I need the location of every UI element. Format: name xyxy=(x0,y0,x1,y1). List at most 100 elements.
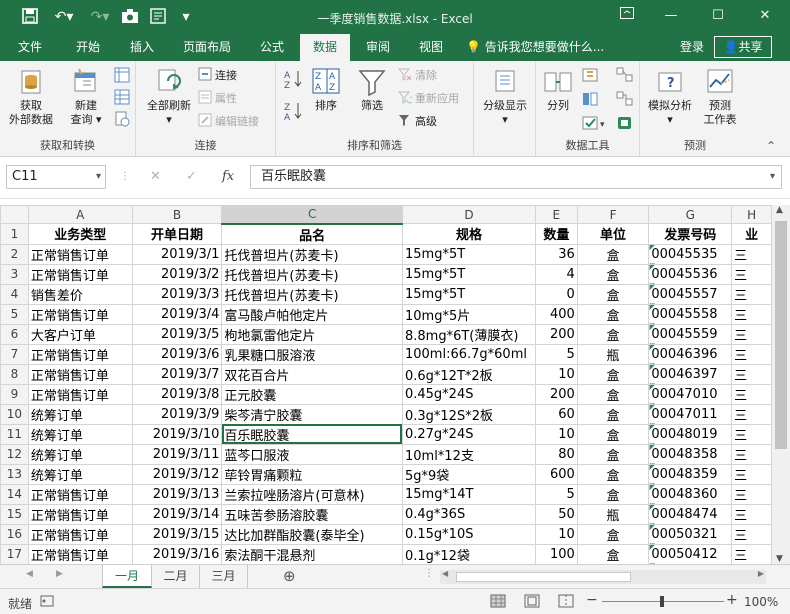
cell-type[interactable]: 正常销售订单 xyxy=(27,243,133,265)
cell-h[interactable]: 三 xyxy=(731,383,772,405)
cell-date[interactable]: 2019/3/13 xyxy=(131,483,223,505)
cell-product[interactable]: 托伐普坦片(苏麦卡) xyxy=(221,263,403,285)
cell-date[interactable]: 2019/3/2 xyxy=(131,263,223,285)
flash-fill-icon[interactable] xyxy=(582,67,600,83)
cell-qty[interactable]: 4 xyxy=(534,263,578,285)
scroll-right-icon[interactable]: ▶ xyxy=(758,569,764,578)
cell-product[interactable]: 枸地氯雷他定片 xyxy=(221,323,403,345)
cell-header-spec[interactable]: 规格 xyxy=(401,223,536,245)
cell-invoice[interactable]: 00045535 xyxy=(648,243,733,265)
cell-invoice[interactable]: 00048359 xyxy=(648,463,733,485)
row-header[interactable]: 13 xyxy=(0,463,29,485)
minimize-icon[interactable]: — xyxy=(656,6,686,26)
cell-type[interactable]: 正常销售订单 xyxy=(27,483,133,505)
cell-unit[interactable]: 盒 xyxy=(576,303,650,325)
cell-h[interactable]: 三 xyxy=(731,363,772,385)
cancel-icon[interactable]: ✕ xyxy=(150,165,161,189)
cell-header-unit[interactable]: 单位 xyxy=(576,223,650,245)
cell-header-qty[interactable]: 数量 xyxy=(534,223,578,245)
cell-date[interactable]: 2019/3/14 xyxy=(131,503,223,525)
horizontal-scrollbar[interactable]: ◀ ▶ xyxy=(440,569,766,584)
cell-qty[interactable]: 5 xyxy=(534,343,578,365)
cell-unit[interactable]: 盒 xyxy=(576,383,650,405)
cell-product[interactable]: 蓝芩口服液 xyxy=(221,443,403,465)
cell-date[interactable]: 2019/3/10 xyxy=(131,423,223,445)
cell-invoice[interactable]: 00047011 xyxy=(648,403,733,425)
select-all-corner[interactable] xyxy=(0,205,29,224)
cell-unit[interactable]: 瓶 xyxy=(576,343,650,365)
row-header[interactable]: 1 xyxy=(0,223,29,245)
cell-h[interactable]: 三 xyxy=(731,263,772,285)
data-validation-icon[interactable]: ▾ xyxy=(582,115,608,131)
cell-qty[interactable]: 10 xyxy=(534,423,578,445)
cell-h[interactable]: 三 xyxy=(731,283,772,305)
tab-file[interactable]: 文件 xyxy=(6,34,54,61)
cell-invoice[interactable]: 00045536 xyxy=(648,263,733,285)
cell-invoice[interactable]: 00048360 xyxy=(648,483,733,505)
maximize-icon[interactable]: ☐ xyxy=(703,6,733,26)
cell-date[interactable]: 2019/3/16 xyxy=(131,543,223,564)
tab-view[interactable]: 视图 xyxy=(406,34,456,61)
get-external-data-button[interactable]: 获取 外部数据 xyxy=(4,67,58,127)
cell-type[interactable]: 统筹订单 xyxy=(27,403,133,425)
tell-me-box[interactable]: 💡 告诉我您想要做什么... xyxy=(466,34,616,61)
cell-type[interactable]: 正常销售订单 xyxy=(27,503,133,525)
cell-unit[interactable]: 盒 xyxy=(576,283,650,305)
from-table-icon[interactable] xyxy=(114,89,130,105)
cell-qty[interactable]: 200 xyxy=(534,323,578,345)
cell-type[interactable]: 大客户订单 xyxy=(27,323,133,345)
cell-unit[interactable]: 盒 xyxy=(576,243,650,265)
cell-product[interactable]: 兰索拉唑肠溶片(可意林) xyxy=(221,483,403,505)
forecast-sheet-button[interactable]: 预测 工作表 xyxy=(698,67,742,127)
cell-qty[interactable]: 10 xyxy=(534,363,578,385)
cell-h[interactable]: 三 xyxy=(731,403,772,425)
what-if-analysis-button[interactable]: ? 模拟分析 ▾ xyxy=(642,67,698,127)
zoom-in-icon[interactable]: + xyxy=(726,592,738,608)
cell-qty[interactable]: 100 xyxy=(534,543,578,564)
macro-record-icon[interactable] xyxy=(40,594,54,611)
share-button[interactable]: 👤共享 xyxy=(714,36,772,58)
cell-unit[interactable]: 盒 xyxy=(576,263,650,285)
cell-type[interactable]: 正常销售订单 xyxy=(27,343,133,365)
cell-date[interactable]: 2019/3/6 xyxy=(131,343,223,365)
row-header[interactable]: 3 xyxy=(0,263,29,285)
scroll-up-icon[interactable]: ▲ xyxy=(776,205,783,215)
cell-header-product[interactable]: 品名 xyxy=(221,223,403,245)
login-link[interactable]: 登录 xyxy=(672,34,712,61)
cell-spec[interactable]: 15mg*5T xyxy=(401,263,536,285)
cell-product[interactable]: 托伐普坦片(苏麦卡) xyxy=(221,283,403,305)
collapse-ribbon-icon[interactable]: ⌃ xyxy=(766,139,776,153)
clear-filter-button[interactable]: 清除 xyxy=(398,67,437,83)
outline-button[interactable]: 分级显示 ▾ xyxy=(478,67,532,127)
cell-h[interactable]: 三 xyxy=(731,423,772,445)
remove-duplicates-icon[interactable] xyxy=(582,91,600,107)
cell-spec[interactable]: 0.15g*10S xyxy=(401,523,536,545)
show-queries-icon[interactable] xyxy=(114,67,130,83)
cell-product[interactable]: 乳果糖口服溶液 xyxy=(221,343,403,365)
row-header[interactable]: 12 xyxy=(0,443,29,465)
cell-type[interactable]: 统筹订单 xyxy=(27,463,133,485)
edit-links-button[interactable]: 编辑链接 xyxy=(198,113,259,129)
cell-spec[interactable]: 0.6g*12T*2板 xyxy=(401,363,536,385)
column-header-g[interactable]: G xyxy=(648,205,733,224)
cell-type[interactable]: 统筹订单 xyxy=(27,443,133,465)
cell-spec[interactable]: 100ml:66.7g*60ml xyxy=(401,343,536,365)
cell-date[interactable]: 2019/3/7 xyxy=(131,363,223,385)
cell-unit[interactable]: 盒 xyxy=(576,443,650,465)
sort-button[interactable]: ZAAZ 排序 xyxy=(308,67,344,113)
cell-h[interactable]: 三 xyxy=(731,483,772,505)
cell-product[interactable]: 富马酸卢帕他定片 xyxy=(221,303,403,325)
new-query-button[interactable]: 新建 查询 ▾ xyxy=(62,67,110,127)
cell-unit[interactable]: 盒 xyxy=(576,543,650,564)
cell-date[interactable]: 2019/3/9 xyxy=(131,403,223,425)
prev-sheet-icon[interactable]: ◀ xyxy=(26,569,33,579)
zoom-out-icon[interactable]: − xyxy=(586,592,598,608)
cell-product[interactable]: 五味苦参肠溶胶囊 xyxy=(221,503,403,525)
cell-h[interactable]: 三 xyxy=(731,443,772,465)
ribbon-display-icon[interactable] xyxy=(612,6,642,26)
row-header[interactable]: 7 xyxy=(0,343,29,365)
zoom-level[interactable]: 100% xyxy=(744,595,778,609)
vertical-scrollbar[interactable]: ▲ ▼ xyxy=(772,205,790,564)
column-header-d[interactable]: D xyxy=(401,205,536,224)
cell-product[interactable]: 托伐普坦片(苏麦卡) xyxy=(221,243,403,265)
